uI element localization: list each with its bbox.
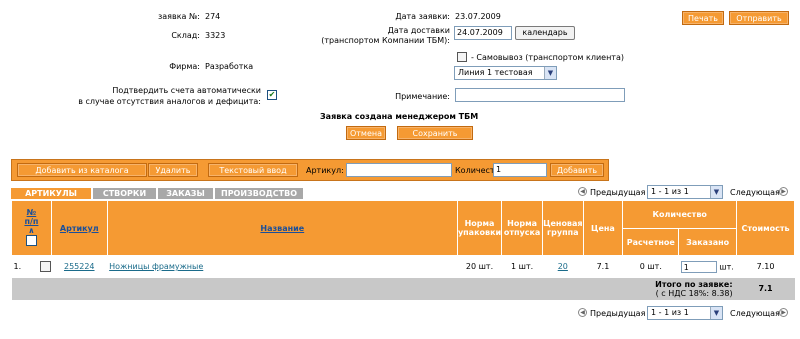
row-pack-norm: 20 шт.: [465, 262, 494, 271]
col-quantity-header: Количество: [622, 200, 738, 229]
total-vat: ( с НДС 18%: 8.38): [655, 288, 733, 298]
page-range-value-bottom: 1 - 1 из 1: [651, 308, 689, 317]
select-all-checkbox[interactable]: [25, 235, 37, 246]
page-range-select-bottom[interactable]: 1 - 1 из 1 ▼: [647, 306, 723, 320]
line-select[interactable]: Линия 1 тестовая ▼: [454, 66, 557, 80]
row-qty-unit: шт.: [719, 262, 734, 271]
order-date-value: 23.07.2009: [455, 12, 501, 21]
order-no-label: заявка №:: [158, 12, 200, 21]
next-page-link-bottom[interactable]: Следующая: [730, 309, 780, 318]
next-page-icon-bottom[interactable]: ▶: [779, 308, 788, 317]
delivery-date-label-2: (транспортом Компании ТБМ):: [321, 36, 450, 45]
quantity-input[interactable]: 1: [493, 163, 547, 177]
row-checkbox[interactable]: [39, 261, 51, 272]
col-price-header: Цена: [582, 200, 624, 256]
auto-confirm-label-2: в случае отсутствия аналогов и дефицита:: [78, 97, 261, 106]
page-range-select[interactable]: 1 - 1 из 1 ▼: [647, 185, 723, 199]
chevron-down-icon[interactable]: ▼: [544, 67, 556, 79]
row-name-link[interactable]: Ножницы фрамужные: [109, 262, 203, 271]
next-page-icon[interactable]: ▶: [779, 187, 788, 196]
col-num-label[interactable]: №: [27, 208, 37, 217]
col-name-label[interactable]: Название: [260, 224, 304, 233]
row-price-group-link[interactable]: 20: [558, 262, 568, 271]
self-pickup-label: - Самовывоз (транспортом клиента): [471, 53, 624, 62]
total-label: Итого по заявке:: [655, 279, 733, 289]
save-button[interactable]: Сохранить: [397, 126, 473, 140]
col-article-label[interactable]: Артикул: [60, 224, 99, 233]
self-pickup-checkbox[interactable]: [457, 52, 467, 62]
auto-confirm-label-1: Подтвердить счета автоматически: [112, 86, 261, 95]
auto-confirm-checkbox[interactable]: ✔: [267, 90, 277, 100]
row-article-link[interactable]: 255224: [64, 262, 95, 271]
add-from-catalog-button[interactable]: Добавить из каталога: [17, 163, 147, 177]
row-cost: 7.10: [756, 262, 775, 271]
tab-production[interactable]: ПРОИЗВОДСТВО: [215, 188, 303, 199]
add-button[interactable]: Добавить: [550, 163, 604, 177]
col-qty-ordered-header: Заказано: [678, 228, 738, 256]
cancel-button[interactable]: Отмена: [346, 126, 386, 140]
prev-page-link-bottom[interactable]: Предыдущая: [590, 309, 645, 318]
chevron-down-icon[interactable]: ▼: [710, 307, 722, 319]
send-button[interactable]: Отправить: [729, 11, 789, 25]
order-no-value: 274: [205, 12, 221, 21]
col-num-header[interactable]: № п/п ∧: [11, 200, 52, 256]
col-pack-norm-label-2: упаковки: [457, 228, 502, 237]
next-page-link[interactable]: Следующая: [730, 188, 780, 197]
status-text: Заявка создана менеджером ТБМ: [320, 112, 479, 121]
prev-page-icon[interactable]: ◀: [578, 187, 587, 196]
col-price-group-label-2: группа: [547, 228, 579, 237]
firm-label: Фирма:: [169, 62, 200, 71]
col-pack-norm-label-1: Норма: [464, 219, 495, 228]
warehouse-label: Склад:: [171, 31, 200, 40]
delivery-date-input[interactable]: 24.07.2009: [454, 26, 512, 40]
row-qty-ordered-input[interactable]: 1: [680, 260, 717, 273]
prev-page-link[interactable]: Предыдущая: [590, 188, 645, 197]
note-label: Примечание:: [395, 92, 450, 101]
row-qty-calc: 0 шт.: [639, 262, 662, 271]
col-release-norm-label-1: Норма: [507, 219, 538, 228]
article-label: Артикул:: [306, 166, 344, 175]
delivery-date-label-1: Дата доставки: [387, 26, 450, 35]
col-pack-norm-header: Норма упаковки: [456, 200, 503, 256]
col-name-header[interactable]: Название: [106, 200, 458, 256]
delete-button[interactable]: Удалить: [148, 163, 198, 177]
col-num-sublabel[interactable]: п/п: [24, 217, 38, 226]
calendar-button[interactable]: календарь: [515, 26, 575, 40]
articles-table: № п/п ∧ Артикул Название Норма упаковки Н…: [11, 200, 795, 300]
chevron-down-icon[interactable]: ▼: [710, 186, 722, 198]
table-row: 1. 255224 Ножницы фрамужные 20 шт. 1 шт.…: [12, 256, 795, 278]
firm-value: Разработка: [205, 62, 254, 71]
order-date-label: Дата заявки:: [395, 12, 450, 21]
tab-articles[interactable]: АРТИКУЛЫ: [11, 188, 91, 199]
col-price-group-label-1: Ценовая: [543, 219, 583, 228]
row-price: 7.1: [596, 262, 610, 271]
total-row: Итого по заявке: ( с НДС 18%: 8.38) 7.1: [11, 277, 795, 300]
col-price-group-header: Ценовая группа: [542, 200, 584, 256]
sort-asc-icon[interactable]: ∧: [12, 226, 51, 235]
note-input[interactable]: [455, 88, 625, 102]
text-input-button[interactable]: Текстовый ввод: [208, 163, 298, 177]
article-toolbar: Добавить из каталога Удалить Текстовый в…: [11, 159, 609, 181]
line-select-value: Линия 1 тестовая: [458, 68, 533, 77]
col-article-header[interactable]: Артикул: [50, 200, 108, 256]
row-num-text: 1.: [13, 262, 22, 271]
tab-sashes[interactable]: СТВОРКИ: [93, 188, 156, 199]
tab-orders[interactable]: ЗАКАЗЫ: [158, 188, 213, 199]
total-value: 7.1: [736, 277, 795, 300]
col-release-norm-label-2: отпуска: [503, 228, 541, 237]
page-range-value: 1 - 1 из 1: [651, 187, 689, 196]
prev-page-icon-bottom[interactable]: ◀: [578, 308, 587, 317]
col-qty-calc-header: Расчетное: [622, 228, 680, 256]
warehouse-value: 3323: [205, 31, 226, 40]
row-num: 1.: [12, 256, 52, 278]
row-release-norm: 1 шт.: [511, 262, 534, 271]
col-cost-header: Стоимость: [736, 200, 795, 256]
article-input[interactable]: [346, 163, 452, 177]
col-release-norm-header: Норма отпуска: [501, 200, 544, 256]
print-button[interactable]: Печать: [682, 11, 724, 25]
